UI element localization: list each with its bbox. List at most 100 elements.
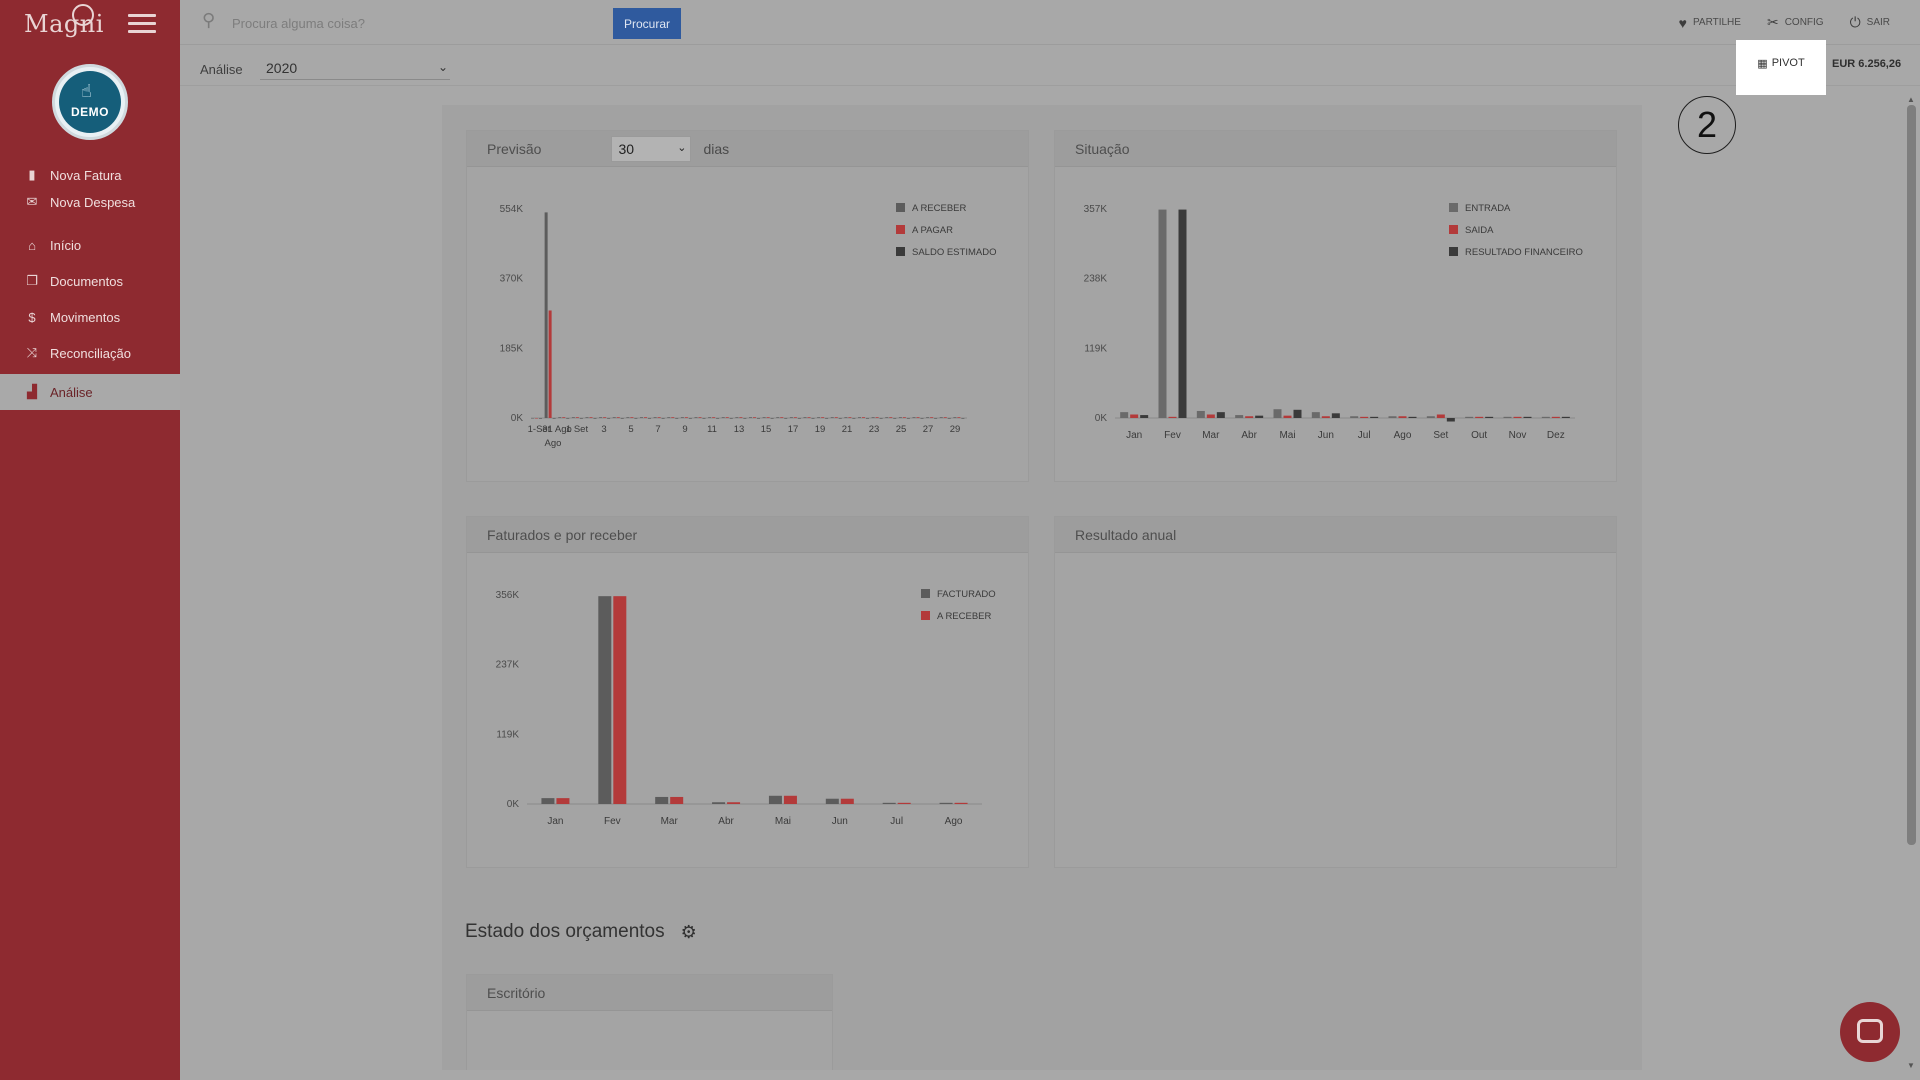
x-tick-label: 11 (707, 424, 717, 435)
bar (1388, 416, 1397, 418)
bar (1140, 415, 1149, 418)
legend-label: SALDO ESTIMADO (912, 247, 996, 258)
bar (589, 417, 593, 418)
legend-swatch (921, 611, 930, 620)
exit-label: SAIR (1866, 17, 1890, 28)
bar (727, 802, 741, 804)
sidebar-item-nova-despesa[interactable]: ✉ Nova Despesa (0, 190, 180, 214)
sidebar-item-nova-fatura[interactable]: ▮ Nova Fatura (0, 160, 180, 190)
y-tick-label: 119K (1084, 343, 1107, 354)
x-tick-label: Jun (1318, 430, 1334, 441)
bar (912, 417, 916, 418)
bar (902, 417, 906, 418)
sidebar: Magni ☝ DEMO ▮ Nova Fatura ✉ Nova Despes… (0, 0, 180, 1080)
bar (1196, 410, 1205, 418)
scroll-up-icon[interactable]: ▲ (1907, 95, 1915, 104)
bar (1398, 416, 1407, 418)
bar (575, 417, 579, 418)
exit-button[interactable]: ⏻ SAIR (1850, 14, 1890, 31)
legend-swatch (896, 203, 905, 212)
bar (825, 418, 829, 419)
receipt-icon: ✉ (26, 194, 38, 209)
config-button[interactable]: ✂ CONFIG (1767, 14, 1824, 31)
bar (954, 802, 968, 804)
faturados-chart: 0K 119K 237K 356K FACTURADO A RECEBER Jan Fev Ma… (496, 589, 996, 827)
x-tick-label: Abr (718, 816, 734, 827)
home-icon: ⌂ (28, 237, 36, 253)
sidebar-item-label: Início (50, 237, 82, 253)
bar (1293, 409, 1302, 418)
sidebar-item-documentos[interactable]: ❐ Documentos (0, 266, 180, 296)
bar (947, 418, 951, 419)
bar (593, 418, 597, 419)
bar (961, 418, 965, 419)
tools-icon: ✂ (1766, 14, 1779, 30)
bar (698, 417, 702, 418)
bar (858, 417, 861, 418)
bar (644, 417, 647, 418)
gear-icon[interactable]: ⚙ (681, 922, 697, 943)
card-title: Resultado anual (1075, 526, 1177, 543)
page-scrollbar[interactable]: ▲ ▼ (1905, 95, 1918, 1070)
sidebar-item-reconciliacao[interactable]: ⤨ Reconciliação (0, 338, 180, 368)
bar (1426, 416, 1435, 418)
bar (1408, 416, 1417, 418)
bar (1255, 415, 1264, 418)
x-tick-label: 27 (923, 424, 934, 435)
avatar[interactable]: ☝ DEMO (52, 64, 128, 140)
bar (811, 418, 815, 419)
bar (620, 418, 624, 419)
pivot-button[interactable]: ▦ PIVOT (1736, 40, 1826, 95)
scroll-down-icon[interactable]: ▼ (1907, 1061, 1915, 1070)
days-select[interactable]: 30 ⌄ (611, 135, 692, 162)
y-tick-label: 185K (500, 343, 524, 354)
x-tick-label: Jul (890, 816, 903, 827)
bar (934, 418, 938, 419)
bar (655, 796, 669, 804)
x-tick-label: 25 (896, 424, 907, 435)
bar (675, 418, 679, 419)
x-tick-label: Jan (1126, 430, 1142, 441)
sidebar-item-inicio[interactable]: ⌂ Início (0, 230, 180, 260)
bar (789, 417, 793, 418)
x-tick-label: Fev (1164, 430, 1181, 441)
card-faturados: Faturados e por receber 0K 119K 237K 356K FA… (466, 516, 1029, 868)
bar (739, 417, 743, 418)
sidebar-item-movimentos[interactable]: $ Movimentos (0, 302, 180, 332)
search-button[interactable]: Procurar (613, 8, 681, 39)
bar (1350, 416, 1359, 418)
search-input[interactable] (232, 12, 532, 34)
sidebar-item-analise[interactable]: ▟ Análise (0, 374, 180, 410)
legend-swatch (1449, 247, 1458, 256)
share-button[interactable]: ♥ PARTILHE (1679, 15, 1741, 31)
step-number-badge: 2 (1678, 96, 1736, 154)
hamburger-line (128, 22, 156, 25)
bar (807, 417, 811, 418)
bar (1216, 412, 1225, 418)
bar (749, 417, 752, 418)
y-tick-label: 238K (1084, 274, 1108, 285)
menu-toggle-button[interactable] (128, 14, 156, 34)
legend-label: SAIDA (1465, 225, 1494, 236)
bar (562, 417, 566, 418)
chat-button[interactable] (1840, 1002, 1900, 1062)
x-tick-label: Ago (945, 816, 963, 827)
bar (1523, 416, 1532, 418)
bar (1465, 416, 1474, 418)
x-tick-label: Jun (832, 816, 848, 827)
x-tick-label: 3 (601, 424, 606, 435)
y-tick-label: 357K (1084, 204, 1108, 215)
legend-label: RESULTADO FINANCEIRO (1465, 247, 1583, 258)
bar (882, 802, 896, 804)
bar (875, 417, 879, 418)
bar (712, 417, 716, 418)
bar (1130, 414, 1139, 418)
x-tick-label: Abr (1241, 430, 1257, 441)
map-pin-icon: ⚲ (202, 10, 216, 30)
card-header: Escritório (467, 975, 832, 1011)
scrollbar-thumb[interactable] (1907, 105, 1916, 845)
year-select[interactable]: 2020 ⌄ (260, 56, 450, 80)
bar (702, 418, 706, 419)
x-tick-label: Ago (1394, 430, 1412, 441)
bar (531, 418, 534, 419)
